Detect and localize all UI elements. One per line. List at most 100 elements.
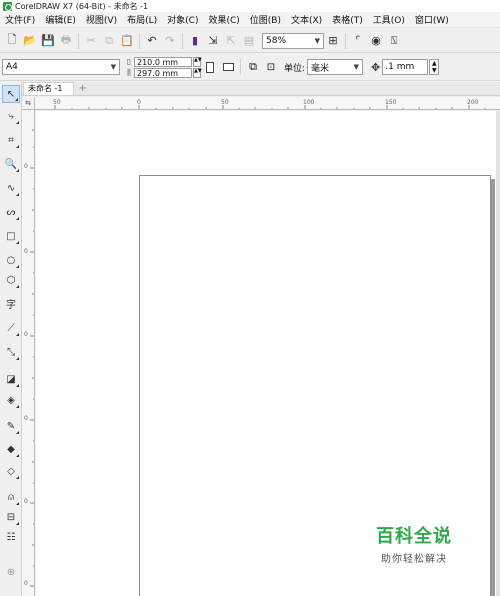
page-size-value: A4 (6, 62, 18, 72)
menu-effects[interactable]: 效果(C) (203, 13, 244, 26)
chevron-down-icon: ▼ (314, 36, 320, 45)
menu-bitmaps[interactable]: 位图(B) (245, 13, 286, 26)
height-icon: ⫼ (127, 67, 131, 77)
redo-icon[interactable]: ↷ (161, 32, 179, 50)
all-pages-icon[interactable]: ⧉ (244, 58, 262, 76)
landscape-orientation-button[interactable] (219, 58, 237, 76)
coreldraw-logo-icon (3, 1, 12, 11)
vertical-scrollbar[interactable] (496, 111, 500, 596)
menu-table[interactable]: 表格(T) (327, 13, 368, 26)
window-title: CorelDRAW X7 (64-Bit) - 未命名 -1 (15, 1, 149, 11)
units-value: 毫米 (311, 63, 330, 74)
polygon-tool-icon[interactable]: ⬡ (2, 271, 20, 289)
ellipse-tool-icon[interactable]: ○ (2, 251, 20, 269)
freehand-tool-icon[interactable]: ∿ (2, 179, 20, 197)
zoom-level-value: 58% (266, 35, 287, 46)
publish-pdf-icon[interactable]: ▤ (240, 32, 258, 50)
vertical-ruler-ticks (30, 129, 34, 587)
property-bar: A4 ▼ ▯ 210.0 mm ▲▼ ⫼ 297.0 mm ▲▼ ⧉ ⊡ 单位:… (0, 54, 500, 81)
page-height-field[interactable]: 297.0 mm (134, 67, 192, 78)
chevron-down-icon: ▼ (110, 63, 116, 71)
toolbar-separator (240, 59, 241, 75)
new-document-icon[interactable]: 🗋 (3, 32, 21, 50)
mesh-fill-icon[interactable]: ⊟ (2, 508, 20, 526)
vertical-ruler[interactable]: 0 0 0 0 0 0 (22, 110, 35, 596)
menu-bar: 文件(F) 编辑(E) 视图(V) 布局(L) 对象(C) 效果(C) 位图(B… (0, 12, 500, 28)
page-shadow (491, 179, 495, 596)
zoom-level-select[interactable]: 58% ▼ (262, 32, 324, 49)
drop-shadow-icon[interactable]: ◪ (2, 370, 20, 388)
add-tab-button[interactable]: + (76, 83, 90, 95)
pick-tool-icon[interactable]: ↖ (2, 85, 20, 103)
horizontal-ruler-ticks (54, 105, 486, 109)
import-icon[interactable]: ⇲ (204, 32, 222, 50)
toolbar-separator (78, 32, 79, 49)
document-tab-bar: 未命名 -1 + (22, 82, 500, 96)
interactive-fill-icon[interactable]: ◆ (2, 440, 20, 458)
current-page-icon[interactable]: ⊡ (262, 58, 280, 76)
full-screen-icon[interactable]: ⊞ (324, 32, 342, 50)
nudge-stepper[interactable]: ▲ ▼ (429, 59, 440, 75)
snap-to-icon[interactable]: ⍂ (385, 32, 403, 50)
paste-icon[interactable]: 📋 (118, 32, 136, 50)
menu-object[interactable]: 对象(C) (162, 13, 203, 26)
width-icon: ▯ (126, 57, 132, 66)
page-size-select[interactable]: A4 ▼ (2, 59, 120, 75)
connector-tool-icon[interactable]: ⤡ (2, 343, 20, 361)
units-select[interactable]: 毫米 ▼ (307, 59, 364, 75)
text-tool-icon[interactable]: 字 (2, 294, 20, 312)
rectangle-tool-icon[interactable]: □ (2, 227, 20, 245)
title-bar: CorelDRAW X7 (64-Bit) - 未命名 -1 (0, 0, 500, 12)
nudge-distance-icon: ✥ (371, 60, 381, 74)
save-icon[interactable]: 💾 (39, 32, 57, 50)
add-tool-icon[interactable]: ⊕ (2, 563, 20, 581)
toolbar-separator (139, 32, 140, 49)
units-label: 单位: (284, 63, 306, 74)
print-icon[interactable]: 🖶 (57, 32, 75, 50)
menu-window[interactable]: 窗口(W) (410, 13, 454, 26)
smart-fill-icon[interactable]: ◇ (2, 462, 20, 480)
page-height-row: ⫼ 297.0 mm ▲▼ (124, 67, 202, 78)
toolbar-separator (345, 32, 346, 49)
watermark-subtitle: 助你轻松解决 (381, 554, 447, 565)
zoom-tool-icon[interactable]: 🔍 (2, 155, 20, 173)
page-width-field[interactable]: 210.0 mm (134, 56, 192, 67)
menu-file[interactable]: 文件(F) (0, 13, 40, 26)
show-rulers-icon[interactable]: ⌜ (349, 32, 367, 50)
color-eyedropper-icon[interactable]: ✎ (2, 417, 20, 435)
page-width-row: ▯ 210.0 mm ▲▼ (124, 56, 202, 67)
menu-tools[interactable]: 工具(O) (368, 13, 410, 26)
toolbar-separator (182, 32, 183, 49)
undo-icon[interactable]: ↶ (143, 32, 161, 50)
portrait-icon (206, 61, 214, 73)
search-content-icon[interactable]: ▮ (186, 32, 204, 50)
transparency-tool-icon[interactable]: ◈ (2, 391, 20, 409)
copy-icon[interactable]: ⧉ (100, 32, 118, 50)
ruler-origin[interactable]: ⇆ (22, 97, 35, 110)
menu-view[interactable]: 视图(V) (81, 13, 122, 26)
parallel-dimension-icon[interactable]: ⟋ (2, 319, 20, 337)
show-grid-icon[interactable]: ◉ (367, 32, 385, 50)
nudge-distance-field[interactable]: .1 mm (382, 59, 429, 75)
shape-tool-icon[interactable]: ⤷ (2, 107, 20, 125)
watermark: 百科全说 助你轻松解决 (366, 522, 462, 565)
crop-tool-icon[interactable]: ⌗ (2, 131, 20, 149)
outline-pen-icon[interactable]: ⍝ (2, 488, 20, 506)
artistic-media-icon[interactable]: ᔕ (2, 203, 20, 221)
document-tab[interactable]: 未命名 -1 (23, 82, 74, 95)
export-icon[interactable]: ⇱ (222, 32, 240, 50)
menu-edit[interactable]: 编辑(E) (40, 13, 81, 26)
height-stepper[interactable]: ▲▼ (193, 67, 202, 78)
portrait-orientation-button[interactable] (201, 58, 219, 76)
menu-text[interactable]: 文本(X) (286, 13, 327, 26)
width-stepper[interactable]: ▲▼ (193, 56, 202, 67)
page-dimensions: ▯ 210.0 mm ▲▼ ⫼ 297.0 mm ▲▼ (124, 56, 202, 78)
standard-toolbar: 🗋 📂 💾 🖶 ✂ ⧉ 📋 ↶ ↷ ▮ ⇲ ⇱ ▤ 58% ▼ ⊞ ⌜ ◉ ⍂ (0, 29, 500, 53)
horizontal-ruler[interactable]: 50 0 50 100 150 200 (35, 97, 500, 110)
menu-layout[interactable]: 布局(L) (122, 13, 162, 26)
cut-icon[interactable]: ✂ (82, 32, 100, 50)
chevron-down-icon: ▼ (353, 63, 360, 71)
object-properties-icon[interactable]: ☷ (2, 528, 20, 546)
open-folder-icon[interactable]: 📂 (21, 32, 39, 50)
toolbox: ↖ ⤷ ⌗ 🔍 ∿ ᔕ □ ○ ⬡ 字 ⟋ ⤡ ◪ ◈ ✎ ◆ ◇ ⍝ ⊟ ☷ … (0, 82, 22, 596)
